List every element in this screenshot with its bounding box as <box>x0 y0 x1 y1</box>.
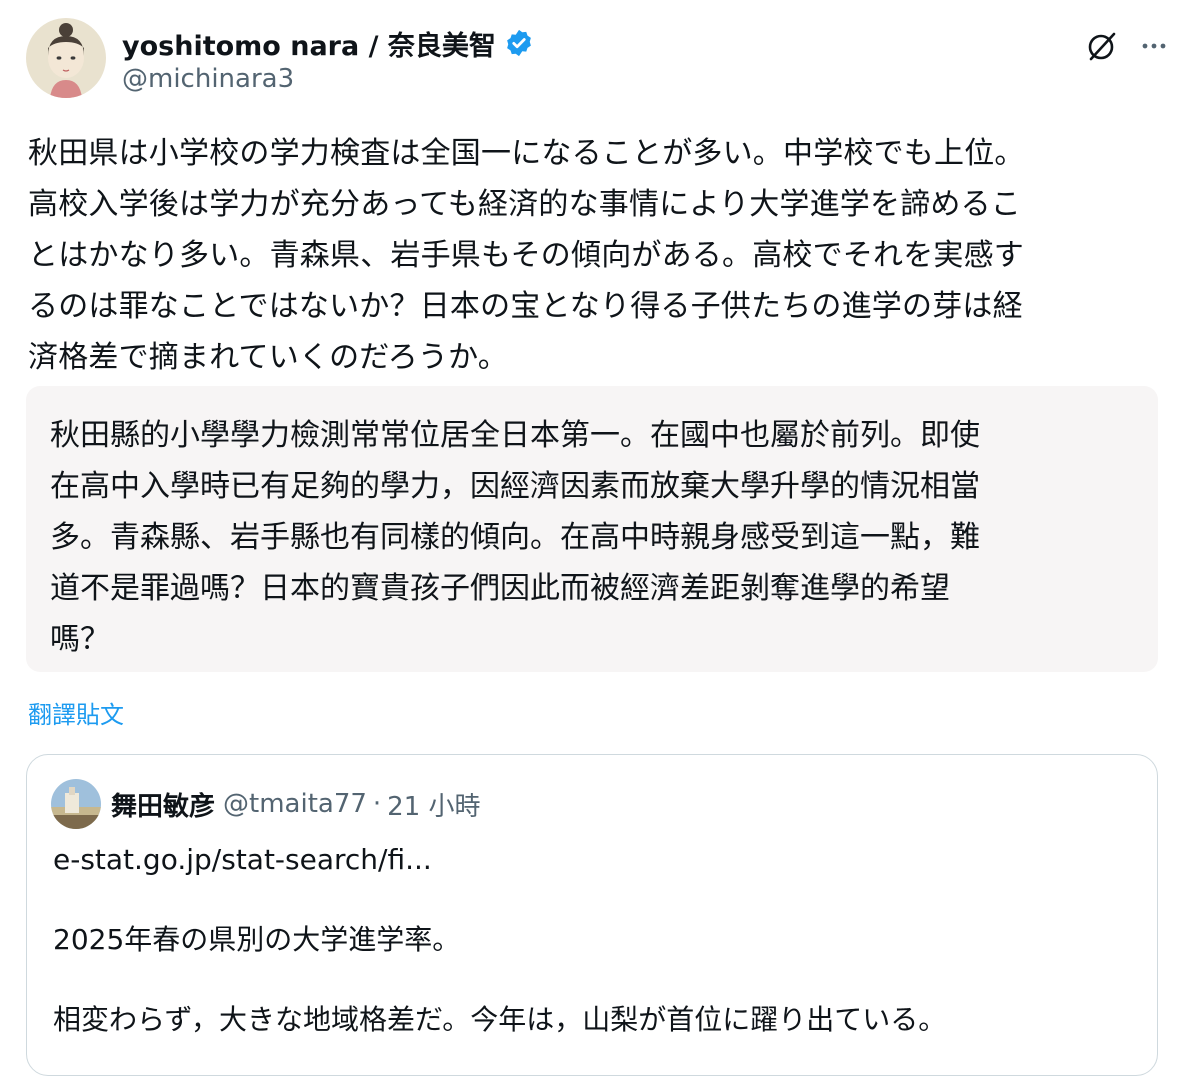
tweet-text: 秋田県は小学校の学力検査は全国一になることが多い。中学校でも上位。 高校入学後は… <box>28 136 1025 375</box>
quoted-tweet[interactable]: 舞田敏彦 @tmaita77 · 21 小時 e-stat.go.jp/stat… <box>26 754 1158 1076</box>
avatar-landscape-icon <box>51 779 101 829</box>
quote-header: 舞田敏彦 @tmaita77 · 21 小時 <box>51 779 481 829</box>
quote-text-line: 相変わらず，大きな地域格差だ。今年は，山梨が首位に躍り出ている。 <box>53 1003 947 1036</box>
display-name-row: yoshitomo nara / 奈良美智 <box>122 24 534 62</box>
verified-badge-icon[interactable] <box>504 28 534 58</box>
more-icon[interactable] <box>1132 24 1176 68</box>
grok-icon[interactable] <box>1080 24 1124 68</box>
translation-box: 秋田縣的小學學力檢測常常位居全日本第一。在國中也屬於前列。即使 在高中入學時已有… <box>26 386 1158 672</box>
header-actions <box>1072 24 1176 68</box>
quote-body: e-stat.go.jp/stat-search/fi... 2025年春の県別… <box>53 835 1133 1045</box>
author-display-name[interactable]: yoshitomo nara / 奈良美智 <box>122 24 496 63</box>
quote-text-line: 2025年春の県別の大学進学率。 <box>53 923 461 956</box>
author-handle[interactable]: @michinara3 <box>122 64 534 94</box>
quote-separator: · <box>372 789 382 819</box>
author-names: yoshitomo nara / 奈良美智 @michinara3 <box>122 24 534 94</box>
quote-author-handle[interactable]: @tmaita77 <box>223 789 367 819</box>
quote-timestamp[interactable]: 21 小時 <box>387 786 480 823</box>
tweet-detail: yoshitomo nara / 奈良美智 @michinara3 秋田県は小学… <box>0 0 1200 1076</box>
translate-post-link[interactable]: 翻譯貼文 <box>28 695 124 730</box>
tweet-header: yoshitomo nara / 奈良美智 @michinara3 <box>26 18 1176 108</box>
translation-text: 秋田縣的小學學力檢測常常位居全日本第一。在國中也屬於前列。即使 在高中入學時已有… <box>50 418 980 657</box>
author-avatar[interactable] <box>26 18 106 98</box>
avatar-illustration-icon <box>26 18 106 98</box>
quote-author-avatar[interactable] <box>51 779 101 829</box>
quote-author-name[interactable]: 舞田敏彦 <box>111 786 215 823</box>
quote-link[interactable]: e-stat.go.jp/stat-search/fi... <box>53 835 1133 885</box>
